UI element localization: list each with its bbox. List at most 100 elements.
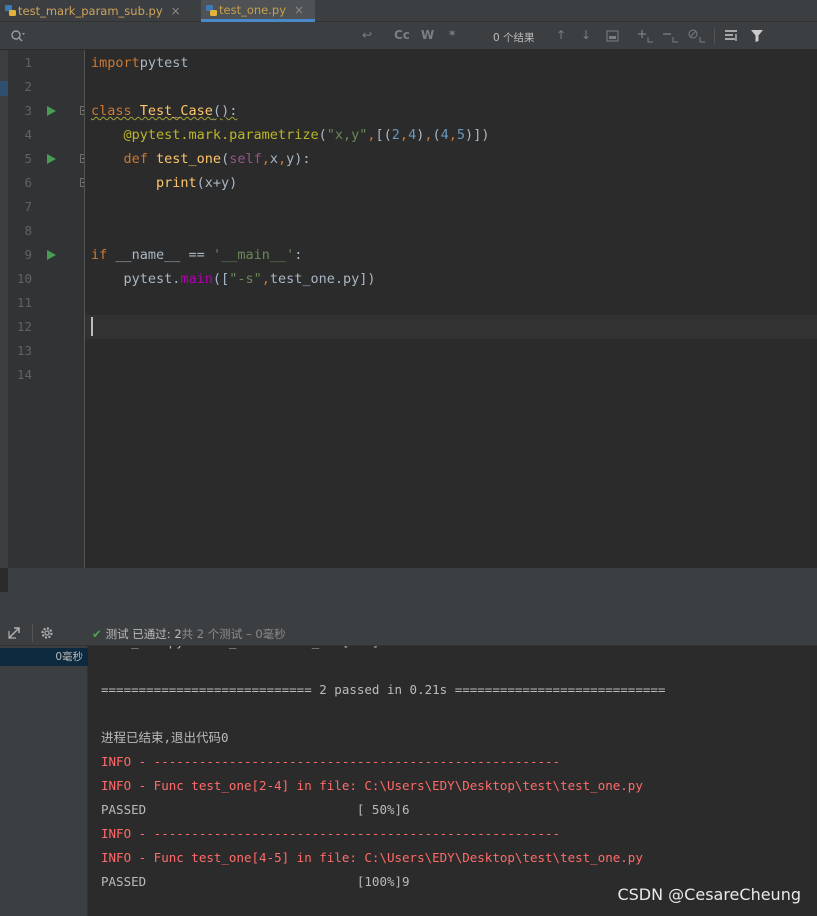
code-token: test_one.py]) xyxy=(269,271,376,287)
code-line: def test_one(self,x,y): xyxy=(91,147,311,171)
code-token: 4 xyxy=(408,127,417,143)
code-token: ) xyxy=(465,127,474,143)
code-token: , xyxy=(399,127,409,143)
code-editor[interactable]: importpytest class Test_Case(): @pytest.m… xyxy=(85,50,817,568)
gear-icon[interactable] xyxy=(40,626,54,640)
code-line: class Test_Case(): xyxy=(91,99,237,123)
tab-label: test_mark_param_sub.py xyxy=(18,4,163,18)
watermark: CSDN @CesareCheung xyxy=(617,885,801,904)
line-number: 6 xyxy=(24,175,32,190)
total-count: 共 2 个测试 xyxy=(181,627,243,641)
line-number: 2 xyxy=(24,79,32,94)
code-line: print(x+y) xyxy=(91,171,237,195)
code-token: "-s" xyxy=(229,271,262,287)
code-token: ): xyxy=(294,151,311,167)
line-number: 12 xyxy=(16,319,32,334)
find-bar: ↩ Cc W * 0 个结果 ↑ ↓ xyxy=(0,22,817,50)
code-token: 5 xyxy=(456,127,466,143)
line-number: 11 xyxy=(16,295,32,310)
search-results-count: 0 个结果 xyxy=(493,32,535,44)
code-token: , xyxy=(261,271,270,287)
line-number: 5 xyxy=(24,151,32,166)
run-test-icon[interactable] xyxy=(47,106,56,116)
line-gutter: 1 2 3 4 5 6 7 8 9 10 11 12 13 14 xyxy=(8,50,89,568)
line-number: 10 xyxy=(16,271,32,286)
tab-test-mark-param-sub[interactable]: test_mark_param_sub.py × xyxy=(0,0,198,22)
duration: 0毫秒 xyxy=(255,627,286,641)
console-line: INFO - ---------------------------------… xyxy=(101,754,561,769)
code-token: ( xyxy=(383,127,392,143)
passed-count: 2 xyxy=(174,627,182,641)
code-token: main xyxy=(180,271,213,287)
console-line: ============================ 2 passed in… xyxy=(101,682,666,697)
filter-options-icon[interactable] xyxy=(724,29,740,43)
code-token: def xyxy=(91,151,157,167)
code-token: ]) xyxy=(473,127,490,143)
match-case-toggle[interactable]: Cc xyxy=(394,28,410,42)
search-icon[interactable] xyxy=(10,29,26,43)
run-toolbar: ✔ 测试 已通过: 2共 2 个测试 – 0毫秒 xyxy=(0,620,817,646)
current-line-highlight xyxy=(85,315,817,339)
close-icon[interactable]: × xyxy=(171,4,181,18)
line-number: 7 xyxy=(24,199,32,214)
select-all-occurrences-icon[interactable] xyxy=(606,30,619,42)
line-number: 1 xyxy=(24,55,32,70)
console-line: INFO - Func test_one[2-4] in file: C:\Us… xyxy=(101,778,643,793)
test-tree-item[interactable]: 0毫秒 xyxy=(0,648,88,666)
export-icon[interactable] xyxy=(7,626,21,640)
remove-occurrence-icon[interactable] xyxy=(663,29,679,43)
console-line: PASSED [ 50%]6 xyxy=(101,802,410,817)
code-token: , xyxy=(367,127,376,143)
code-token: import xyxy=(91,55,140,71)
code-token: if xyxy=(91,247,116,263)
tab-test-one[interactable]: test_one.py × xyxy=(201,0,315,22)
next-occurrence-icon[interactable]: ↓ xyxy=(581,28,591,42)
python-file-icon xyxy=(5,5,16,16)
newline-icon[interactable]: ↩ xyxy=(362,28,372,42)
code-token: [ xyxy=(375,127,384,143)
exclude-occurrence-icon[interactable] xyxy=(688,29,706,43)
code-line: importpytest xyxy=(91,51,189,75)
close-icon[interactable]: × xyxy=(294,3,304,17)
test-status: ✔ 测试 已通过: 2共 2 个测试 – 0毫秒 xyxy=(92,626,286,642)
python-file-icon xyxy=(206,5,217,16)
console-line: test_one.py::Test_Case::test_one[4-5] xyxy=(101,646,379,652)
regex-toggle[interactable]: * xyxy=(449,28,455,42)
code-token: 4 xyxy=(440,127,449,143)
editor-tab-bar: test_mark_param_sub.py × test_one.py × xyxy=(0,0,817,22)
code-token: @pytest.mark.parametrize xyxy=(91,127,319,143)
filter-icon[interactable] xyxy=(750,29,764,43)
console-line: PASSED [100%]9 xyxy=(101,874,410,889)
add-occurrence-icon[interactable] xyxy=(638,29,654,43)
status-dash: – xyxy=(242,627,256,641)
code-line: @pytest.mark.parametrize("x,y",[(2,4),(4… xyxy=(91,123,490,147)
horizontal-scrollbar[interactable] xyxy=(8,568,817,592)
line-number: 9 xyxy=(24,247,32,262)
previous-occurrence-icon[interactable]: ↑ xyxy=(556,28,566,42)
panel-divider[interactable] xyxy=(0,592,817,620)
run-test-icon[interactable] xyxy=(47,154,56,164)
test-results-tree[interactable]: 0毫秒 xyxy=(0,646,88,916)
code-token: ( xyxy=(318,127,327,143)
console-line: INFO - Func test_one[4-5] in file: C:\Us… xyxy=(101,850,643,865)
whole-words-toggle[interactable]: W xyxy=(421,28,434,42)
toolbar-divider xyxy=(32,624,33,642)
code-token: "x,y" xyxy=(326,127,368,143)
code-token: , xyxy=(261,151,270,167)
code-token: pytest xyxy=(139,55,189,71)
left-tool-strip xyxy=(0,50,8,568)
line-number: 13 xyxy=(16,343,32,358)
run-console-output[interactable]: test_one.py::Test_Case::test_one[4-5]===… xyxy=(89,646,817,916)
code-token: ( xyxy=(221,151,230,167)
code-token: test_one xyxy=(156,151,222,167)
code-token: ( xyxy=(432,127,441,143)
code-token: Test_Case xyxy=(139,103,213,119)
tab-label: test_one.py xyxy=(219,2,286,17)
code-line: pytest.main(["-s",test_one.py]) xyxy=(91,267,376,291)
line-number: 3 xyxy=(24,103,32,118)
code-token: print xyxy=(156,175,197,191)
code-token: 2 xyxy=(391,127,400,143)
code-token: : xyxy=(294,247,303,263)
run-test-icon[interactable] xyxy=(47,250,56,260)
